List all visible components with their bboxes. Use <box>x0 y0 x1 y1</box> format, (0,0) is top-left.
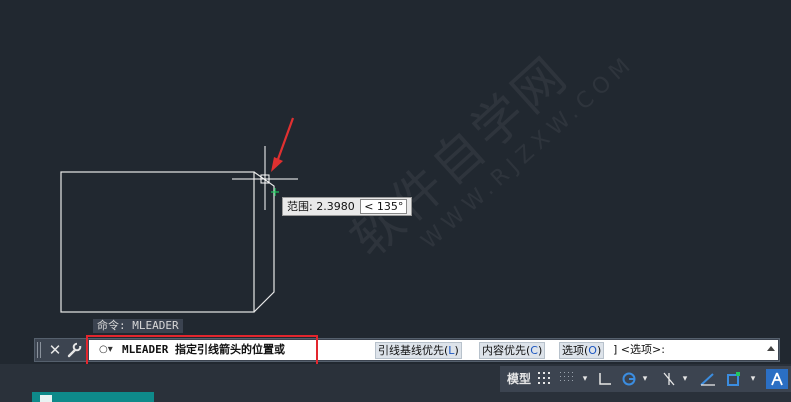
tab-icon <box>40 395 52 402</box>
close-icon[interactable]: ✕ <box>47 341 63 359</box>
history-up-icon[interactable] <box>767 346 775 351</box>
range-label: 范围: 2.3980 <box>287 200 355 213</box>
ortho-icon[interactable] <box>596 369 614 389</box>
status-tools: 模型 ▾ ▾ ▾ ▾ <box>500 366 791 392</box>
command-input[interactable]: ○▾ MLEADER 指定引线箭头的位置或 引线基线优先(L) 内容优先(C) … <box>89 340 778 360</box>
box-side-edge <box>253 171 275 313</box>
drawing-canvas[interactable]: 软件自学网 WWW.RJZXW.COM 范围: 2.3980 < 135° 命令… <box>0 0 791 336</box>
annotation-scale-icon[interactable] <box>766 369 788 389</box>
object-snap-icon[interactable] <box>724 369 744 389</box>
command-line-bar: ✕ ○▾ MLEADER 指定引线箭头的位置或 引线基线优先(L) 内容优先(C… <box>34 338 780 362</box>
chevron-down-icon[interactable]: ▾ <box>680 369 690 389</box>
angle-field[interactable]: < 135° <box>360 199 408 214</box>
dynamic-input-tooltip: 范围: 2.3980 < 135° <box>282 197 413 216</box>
polar-tracking-icon[interactable] <box>620 369 638 389</box>
object-snap-tracking-icon[interactable] <box>698 369 718 389</box>
chevron-down-icon[interactable]: ▾ <box>748 369 758 389</box>
box-front-face <box>60 171 255 313</box>
prompt-suffix: ] <选项>: <box>613 343 665 356</box>
drawing-svg <box>60 117 298 313</box>
chevron-down-icon[interactable]: ▾ <box>640 369 650 389</box>
snap-grid-icon[interactable] <box>558 369 576 389</box>
red-arrow-icon <box>271 117 295 172</box>
wrench-icon[interactable] <box>66 341 82 359</box>
grid-icon[interactable] <box>536 369 554 389</box>
option-leader-landing-first[interactable]: 引线基线优先(L) <box>375 342 462 359</box>
recent-commands-icon[interactable]: ○▾ <box>99 340 121 360</box>
command-history: 命令: MLEADER <box>93 319 183 333</box>
box-drawing <box>60 171 275 313</box>
option-content-first[interactable]: 内容优先(C) <box>479 342 546 359</box>
command-prompt-text: MLEADER 指定引线箭头的位置或 <box>122 343 285 356</box>
snap-marker-icon <box>271 188 279 196</box>
isometric-icon[interactable] <box>660 369 678 389</box>
model-space-button[interactable]: 模型 <box>504 369 534 389</box>
chevron-down-icon[interactable]: ▾ <box>580 369 590 389</box>
layout-tab[interactable] <box>32 392 154 402</box>
grip-handle[interactable] <box>37 342 43 358</box>
option-options[interactable]: 选项(O) <box>559 342 605 359</box>
